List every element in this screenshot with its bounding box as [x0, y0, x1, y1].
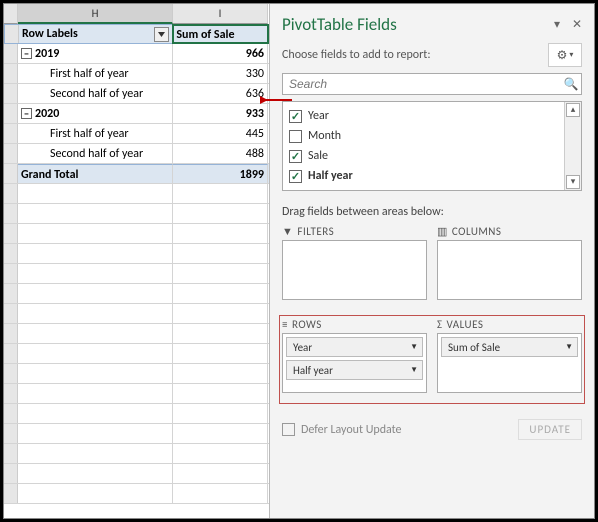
pivot-sub-label[interactable]: Second half of year	[50, 147, 143, 161]
field-pill[interactable]: Half year ▼	[286, 360, 423, 380]
field-label: Year	[308, 109, 329, 123]
search-field-wrapper: 🔍	[282, 73, 582, 95]
area-columns-label: COLUMNS	[452, 225, 502, 238]
pane-title: PivotTable Fields	[282, 14, 397, 35]
chevron-down-icon[interactable]: ▼	[410, 342, 418, 352]
grand-total-label: Grand Total	[21, 168, 78, 182]
area-values[interactable]: Sum of Sale ▼	[437, 333, 582, 393]
field-sale[interactable]: Sale	[289, 146, 558, 166]
area-values-label: VALUES	[447, 318, 484, 331]
field-checkbox[interactable]	[289, 170, 302, 183]
area-filters[interactable]	[282, 240, 427, 300]
column-header-H[interactable]: H	[18, 4, 173, 24]
pill-label: Year	[293, 341, 312, 354]
rows-icon: ≡	[282, 318, 288, 331]
scroll-down-icon[interactable]: ▾	[566, 175, 580, 189]
values-icon: Σ	[437, 318, 443, 331]
defer-update-label: Defer Layout Update	[301, 423, 402, 437]
field-pill[interactable]: Sum of Sale ▼	[441, 337, 578, 357]
minimize-icon[interactable]: ▾	[554, 17, 566, 32]
field-label: Month	[308, 129, 341, 143]
fields-settings-button[interactable]: ⚙ ▾	[548, 43, 582, 67]
area-columns[interactable]	[437, 240, 582, 300]
chevron-down-icon[interactable]: ▼	[410, 365, 418, 375]
choose-fields-label: Choose fields to add to report:	[282, 48, 431, 62]
row-labels-header: Row Labels	[22, 25, 78, 43]
pill-label: Sum of Sale	[448, 341, 500, 354]
area-rows[interactable]: Year ▼ Half year ▼	[282, 333, 427, 393]
pivot-sub-label[interactable]: First half of year	[50, 67, 129, 81]
column-header-I[interactable]: I	[173, 4, 268, 24]
pivot-sub-label[interactable]: Second half of year	[50, 87, 143, 101]
field-pill[interactable]: Year ▼	[286, 337, 423, 357]
area-filters-label: FILTERS	[297, 225, 334, 238]
fields-scrollbar[interactable]: ▴ ▾	[564, 102, 581, 190]
update-button[interactable]: UPDATE	[518, 419, 582, 440]
spreadsheet-grid[interactable]: H I Row Labels Sum of Sale−2019966First …	[4, 4, 269, 518]
values-header[interactable]: Sum of Sale	[173, 25, 268, 43]
search-icon[interactable]: 🔍	[561, 77, 581, 92]
area-rows-label: ROWS	[292, 318, 322, 331]
close-icon[interactable]: ✕	[572, 17, 584, 32]
chevron-down-icon: ▾	[569, 50, 573, 60]
collapse-button[interactable]: −	[21, 48, 32, 59]
field-checkbox[interactable]	[289, 130, 302, 143]
chevron-down-icon[interactable]: ▼	[565, 342, 573, 352]
field-label: Half year	[308, 169, 353, 183]
field-checkbox[interactable]	[289, 150, 302, 163]
select-all-corner[interactable]	[4, 4, 18, 24]
pivot-fields-pane: PivotTable Fields ▾ ✕ Choose fields to a…	[269, 4, 594, 518]
collapse-button[interactable]: −	[21, 108, 32, 119]
field-year[interactable]: Year	[289, 106, 558, 126]
field-checkbox[interactable]	[289, 110, 302, 123]
pivot-year-label[interactable]: 2019	[35, 45, 59, 63]
fields-list: Year Month Sale Half year ▴ ▾	[282, 101, 582, 191]
defer-update-checkbox[interactable]	[282, 423, 295, 436]
field-half-year[interactable]: Half year	[289, 166, 558, 186]
drag-fields-label: Drag fields between areas below:	[270, 191, 594, 225]
pill-label: Half year	[293, 364, 333, 377]
field-month[interactable]: Month	[289, 126, 558, 146]
columns-icon: ▥	[437, 225, 448, 238]
search-input[interactable]	[283, 77, 561, 91]
row-labels-filter-button[interactable]	[154, 27, 169, 42]
scroll-up-icon[interactable]: ▴	[566, 103, 580, 117]
filter-icon: ▼	[282, 225, 293, 238]
pivot-year-label[interactable]: 2020	[35, 105, 59, 123]
gear-icon: ⚙	[557, 48, 568, 63]
field-label: Sale	[308, 149, 328, 163]
pivot-sub-label[interactable]: First half of year	[50, 127, 129, 141]
